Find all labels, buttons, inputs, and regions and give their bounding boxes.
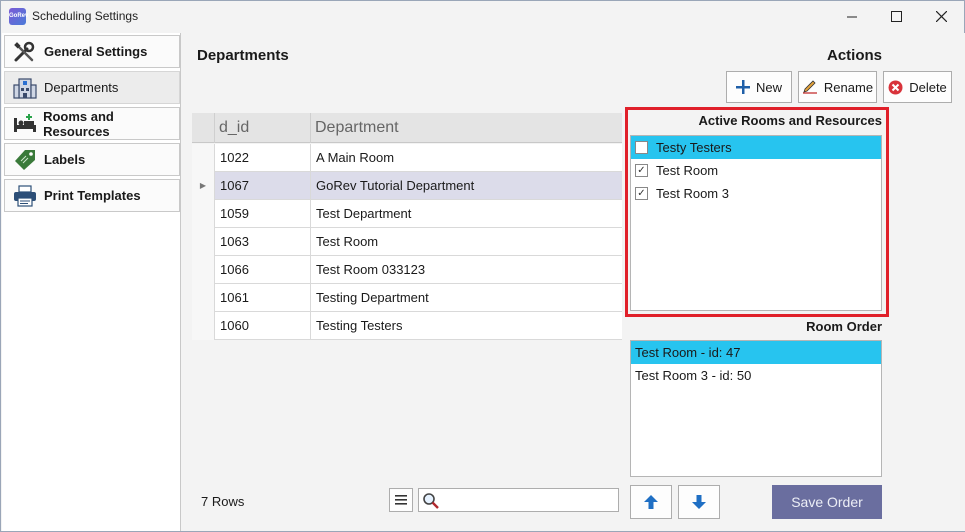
tag-icon (12, 149, 38, 171)
active-room-label: Test Room 3 (656, 186, 729, 201)
row-indicator (192, 228, 214, 256)
row-indicator (192, 200, 214, 228)
new-button-label: New (755, 79, 782, 95)
table-row[interactable]: 1060 Testing Testers (192, 312, 622, 340)
cell-d-id: 1022 (214, 144, 310, 172)
cell-d-id: 1063 (214, 228, 310, 256)
checkbox-checked[interactable]: ✓ (635, 164, 648, 177)
grid-header: d_id Department (192, 113, 622, 143)
active-room-item[interactable]: ✓ Test Room (631, 159, 881, 182)
main-content: Departments Actions New Rename Delete d_… (182, 33, 965, 531)
new-button[interactable]: New (726, 71, 792, 103)
minimize-icon (846, 16, 857, 18)
cell-department: Test Room (310, 228, 622, 256)
delete-icon (888, 80, 903, 94)
sidebar-item-label: Labels (44, 152, 86, 167)
sidebar-item-label: Departments (44, 80, 119, 95)
close-icon (935, 11, 947, 22)
column-header-department[interactable]: Department (310, 113, 622, 143)
row-indicator (192, 284, 214, 312)
actions-heading: Actions (827, 47, 883, 64)
row-indicator-arrow-icon: ▶ (192, 172, 214, 200)
table-row[interactable]: 1066 Test Room 033123 (192, 256, 622, 284)
cell-department: Test Room 033123 (310, 256, 622, 284)
maximize-icon (890, 11, 902, 22)
row-indicator (192, 312, 214, 340)
active-rooms-list: Testy Testers ✓ Test Room ✓ Test Room 3 (630, 135, 882, 311)
cell-department: Testing Department (310, 284, 622, 312)
arrow-up-icon (644, 495, 658, 509)
cell-d-id: 1059 (214, 200, 310, 228)
table-row[interactable]: 1063 Test Room (192, 228, 622, 256)
minimize-button[interactable] (829, 1, 875, 32)
active-room-item[interactable]: Testy Testers (631, 136, 881, 159)
close-button[interactable] (918, 1, 964, 32)
scheduling-settings-window: GoRev Scheduling Settings General Settin… (0, 0, 965, 532)
sidebar-item-label: Print Templates (44, 188, 141, 203)
app-icon: GoRev (9, 8, 28, 25)
column-header-d-id[interactable]: d_id (214, 113, 310, 143)
room-order-label: Room Order (806, 319, 882, 334)
active-rooms-label: Active Rooms and Resources (698, 113, 882, 128)
row-indicator (192, 144, 214, 172)
sidebar: General Settings Departments Rooms and R… (2, 33, 181, 531)
active-room-label: Testy Testers (656, 140, 732, 155)
table-row[interactable]: ▶ 1067 GoRev Tutorial Department (192, 172, 622, 200)
table-row[interactable]: 1061 Testing Department (192, 284, 622, 312)
printer-icon (12, 184, 38, 207)
cell-d-id: 1066 (214, 256, 310, 284)
sidebar-item-label: General Settings (44, 44, 148, 59)
active-room-item[interactable]: ✓ Test Room 3 (631, 182, 881, 205)
sidebar-item-rooms-and-resources[interactable]: Rooms and Resources (4, 107, 180, 140)
magnifier-icon (423, 493, 439, 509)
cell-department: Test Department (310, 200, 622, 228)
move-down-button[interactable] (678, 485, 720, 519)
cell-d-id: 1060 (214, 312, 310, 340)
plus-icon (735, 80, 750, 94)
tools-icon (12, 41, 38, 63)
table-row[interactable]: 1059 Test Department (192, 200, 622, 228)
room-order-item[interactable]: Test Room - id: 47 (631, 341, 881, 364)
delete-button-label: Delete (909, 79, 947, 95)
save-order-button[interactable]: Save Order (772, 485, 882, 519)
search-input[interactable] (443, 491, 615, 509)
sidebar-item-labels[interactable]: Labels (4, 143, 180, 176)
sidebar-item-departments[interactable]: Departments (4, 71, 180, 104)
pencil-icon (802, 80, 817, 94)
rename-button[interactable]: Rename (798, 71, 877, 103)
sidebar-item-label: Rooms and Resources (43, 108, 114, 139)
checkbox-unchecked[interactable] (635, 141, 648, 154)
title-bar: GoRev Scheduling Settings (1, 1, 964, 32)
rename-button-label: Rename (823, 79, 874, 95)
cell-d-id: 1067 (214, 172, 310, 200)
active-room-label: Test Room (656, 163, 719, 178)
cell-department: Testing Testers (310, 312, 622, 340)
sidebar-item-general-settings[interactable]: General Settings (4, 35, 180, 68)
grid-menu-button[interactable] (389, 488, 413, 512)
move-up-button[interactable] (630, 485, 672, 519)
window-title: Scheduling Settings (32, 9, 139, 23)
cell-department: GoRev Tutorial Department (310, 172, 622, 200)
maximize-button[interactable] (873, 1, 919, 32)
rows-count: 7 Rows (201, 494, 245, 509)
room-order-list: Test Room - id: 47 Test Room 3 - id: 50 (630, 340, 882, 477)
arrow-down-icon (692, 495, 706, 509)
checkbox-checked[interactable]: ✓ (635, 187, 648, 200)
sidebar-item-print-templates[interactable]: Print Templates (4, 179, 180, 212)
delete-button[interactable]: Delete (883, 71, 952, 103)
row-indicator (192, 256, 214, 284)
departments-grid: d_id Department 1022 A Main Room ▶ 1067 GoRe… (192, 113, 622, 340)
cell-department: A Main Room (310, 144, 622, 172)
cell-d-id: 1061 (214, 284, 310, 312)
building-icon (12, 77, 38, 99)
table-row[interactable]: 1022 A Main Room (192, 144, 622, 172)
search-box (418, 488, 619, 512)
hamburger-menu-icon (395, 495, 407, 505)
bed-icon (12, 113, 37, 135)
room-order-item[interactable]: Test Room 3 - id: 50 (631, 364, 881, 387)
departments-heading: Departments (197, 47, 289, 64)
